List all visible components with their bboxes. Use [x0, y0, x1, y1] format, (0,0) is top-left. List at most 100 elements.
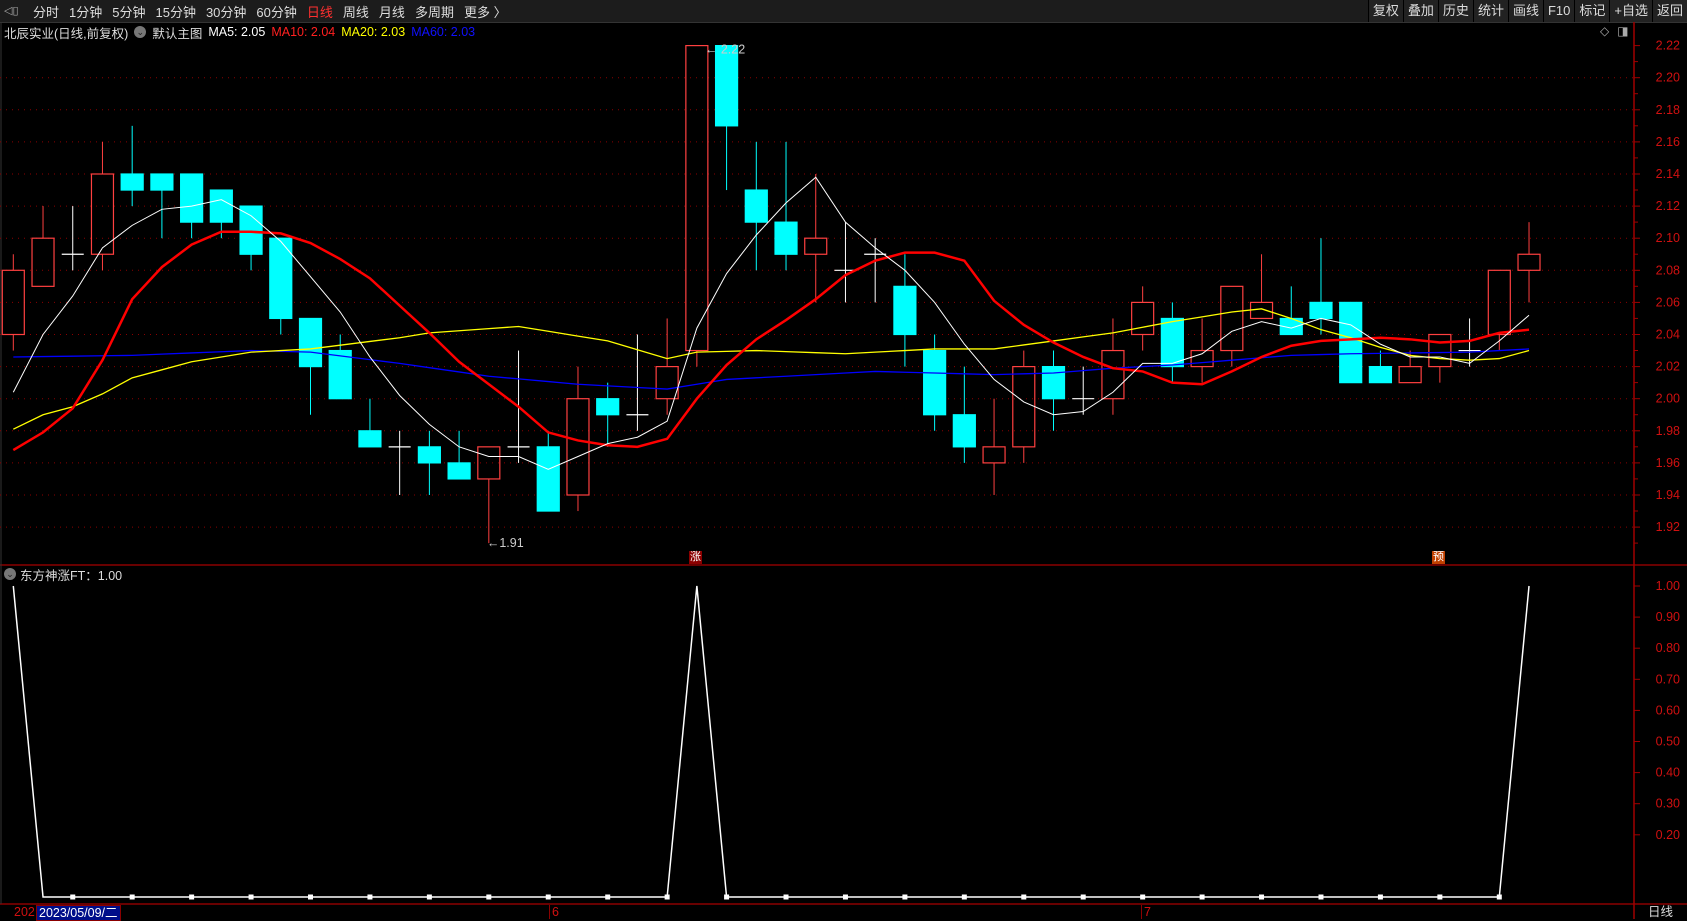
indicator-point — [1080, 894, 1086, 900]
candle-up — [1428, 333, 1452, 368]
candle-down — [774, 221, 798, 255]
indicator-tick-label: 0.70 — [1656, 672, 1680, 686]
price-tick-label: 1.94 — [1656, 488, 1680, 502]
candle-down — [120, 173, 144, 191]
candle-down — [209, 189, 233, 223]
price-tick-label: 1.98 — [1656, 424, 1680, 438]
indicator-line — [12, 585, 1530, 898]
candle-down — [536, 446, 560, 512]
candle-down — [180, 173, 204, 223]
price-tick-label: 2.14 — [1656, 167, 1680, 181]
indicator-point — [426, 894, 432, 900]
indicator-point — [129, 894, 135, 900]
candle-down — [744, 189, 768, 223]
indicator-point — [605, 894, 611, 900]
indicator-point — [248, 894, 254, 900]
ma10-line — [12, 230, 1530, 452]
indicator-header: ⌄ 东方神涨FT：1.00 — [4, 566, 123, 583]
ma60-line — [13, 348, 1530, 390]
price-tick-label: 2.06 — [1656, 295, 1680, 309]
indicator-point — [308, 894, 313, 900]
price-tick-label: 2.02 — [1656, 360, 1680, 374]
indicator-label: 东方神涨FT：1.00 — [20, 568, 123, 583]
candle-up — [477, 446, 501, 480]
indicator-point — [486, 894, 492, 900]
candle-up — [31, 237, 55, 287]
candle-down — [952, 414, 976, 448]
candle-down — [1041, 366, 1066, 400]
price-tick-label: 1.96 — [1656, 456, 1680, 470]
candle-down — [1368, 366, 1393, 384]
indicator-point — [1318, 894, 1324, 900]
candle-up — [1398, 366, 1422, 384]
indicator-point — [70, 894, 76, 900]
candle-up — [804, 237, 828, 255]
indicator-point — [724, 894, 730, 900]
rise-marker[interactable]: 涨 — [689, 551, 702, 564]
candle-down — [150, 173, 174, 191]
date-axis-cut: 202 — [14, 905, 35, 919]
indicator-point — [545, 894, 551, 900]
candle-up — [1012, 366, 1036, 448]
price-tick-label: 2.22 — [1656, 39, 1680, 53]
price-tick-label: 2.10 — [1656, 231, 1680, 245]
candle-up — [1, 269, 25, 336]
candle-down — [714, 44, 739, 127]
price-tick-label: 2.04 — [1656, 328, 1680, 342]
indicator-point — [1259, 894, 1265, 900]
indicator-point — [1377, 894, 1383, 900]
candle-up — [982, 446, 1006, 464]
forecast-marker[interactable]: 预 — [1432, 551, 1445, 564]
indicator-tick-label: 0.50 — [1656, 735, 1680, 749]
candle-down — [893, 285, 917, 336]
indicator-tick-label: 0.80 — [1656, 641, 1680, 655]
indicator-point — [1021, 894, 1027, 900]
indicator-point — [1496, 894, 1502, 900]
candle-down — [1309, 301, 1333, 320]
month-7-label: 7 — [1141, 905, 1151, 919]
candle-down — [1339, 301, 1363, 384]
chevron-down-icon[interactable]: ⌄ — [4, 568, 16, 580]
candle-down — [923, 349, 947, 416]
indicator-tick-label: 0.90 — [1656, 610, 1680, 624]
candle-up — [655, 366, 679, 400]
indicator-tick-label: 0.20 — [1656, 828, 1680, 842]
kline-chart[interactable]: 2.22 2.20 2.18 2.16 2.14 2.12 2.10 2.08 2.06 2.04… — [0, 0, 1687, 919]
candle-up — [1101, 349, 1125, 400]
candle-up — [685, 44, 709, 352]
price-tick-label: 2.12 — [1656, 199, 1680, 213]
candle-up — [1131, 301, 1155, 336]
price-tick-label: 2.08 — [1656, 263, 1680, 277]
candle-down — [417, 446, 441, 464]
price-tick-label: 1.92 — [1656, 520, 1680, 534]
price-tick-label: 2.18 — [1656, 103, 1680, 117]
candle-up — [1220, 285, 1244, 352]
indicator-point — [1437, 894, 1443, 900]
price-tick-label: 2.00 — [1656, 392, 1680, 406]
price-tick-label: 2.20 — [1656, 71, 1680, 85]
indicator-point — [961, 894, 967, 900]
indicator-point — [783, 894, 789, 900]
candle-up — [1249, 301, 1274, 320]
period-label: 日线 — [1648, 905, 1674, 919]
candle-down — [358, 430, 382, 448]
indicator-tick-label: 1.00 — [1656, 579, 1680, 593]
candle-down — [298, 317, 323, 368]
low-price-label: ←1.91 — [487, 536, 524, 550]
indicator-point — [1140, 894, 1146, 900]
indicator-point — [367, 894, 373, 900]
candle-down — [239, 205, 263, 255]
candle-down — [447, 462, 471, 480]
month-6-label: 6 — [549, 905, 559, 919]
indicator-tick-label: 0.40 — [1656, 766, 1680, 780]
indicator-point — [1199, 894, 1205, 900]
candle-up — [566, 398, 590, 496]
price-tick-label: 2.16 — [1656, 135, 1680, 149]
candle-up — [1190, 349, 1214, 368]
indicator-tick-label: 0.30 — [1656, 797, 1680, 811]
high-price-label: ← 2.22 — [705, 43, 745, 57]
candle-down — [596, 398, 620, 416]
indicator-point — [902, 894, 908, 900]
candle-up — [1517, 253, 1541, 271]
candle-down — [328, 349, 352, 400]
